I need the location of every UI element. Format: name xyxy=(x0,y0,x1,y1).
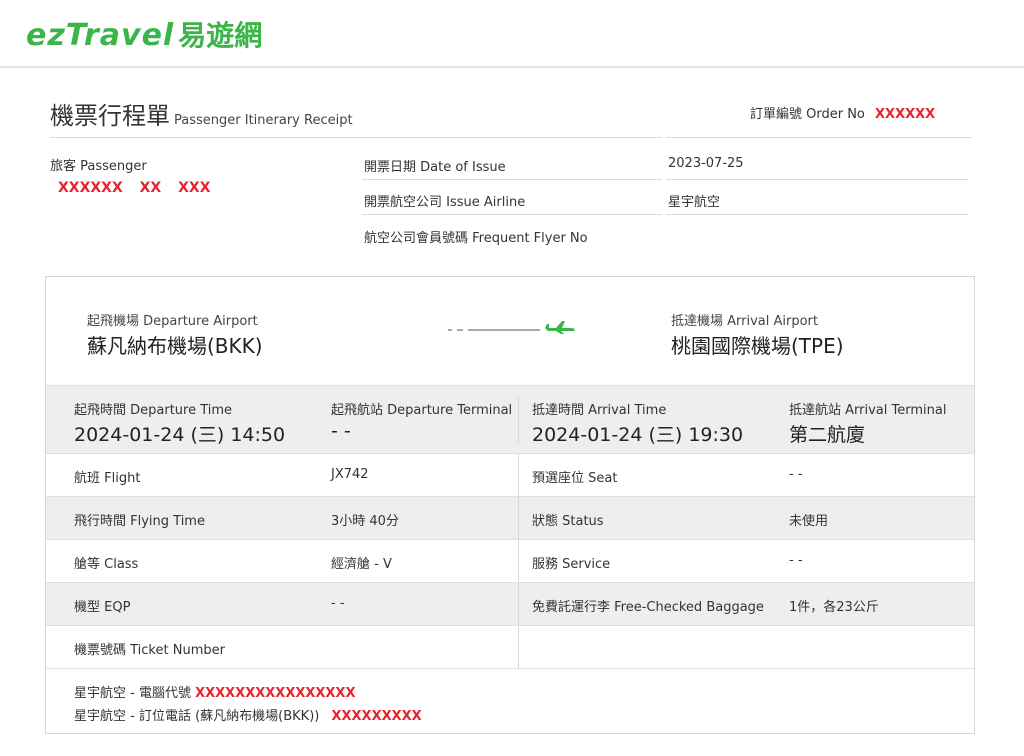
arrival-terminal: 第二航廈 xyxy=(789,424,866,446)
column-divider xyxy=(518,497,519,539)
column-divider xyxy=(518,626,519,668)
page-title: 機票行程單 Passenger Itinerary Receipt xyxy=(50,96,353,131)
equipment-label: 機型 EQP xyxy=(74,600,131,615)
booking-phone-line: 星宇航空 - 訂位電話 (蘇凡納布機場(BKK)) XXXXXXXXX xyxy=(74,705,422,724)
route-line xyxy=(448,329,540,331)
column-divider xyxy=(518,583,519,625)
arrival-time-label: 抵達時間 Arrival Time xyxy=(532,403,667,418)
divider xyxy=(50,137,662,138)
route-section: 起飛機場 Departure Airport 蘇凡納布機場(BKK) 抵達機場 … xyxy=(46,277,974,386)
logo-text-en: ezTravel xyxy=(26,18,175,53)
seat-label: 預選座位 Seat xyxy=(532,471,618,486)
service-label: 服務 Service xyxy=(532,557,611,572)
table-row: 飛行時間 Flying Time 3小時 40分 狀態 Status 未使用 xyxy=(46,497,974,540)
frequent-flyer-label: 航空公司會員號碼 Frequent Flyer No xyxy=(364,231,588,246)
departure-time: 2024-01-24 (三) 14:50 xyxy=(74,424,286,446)
table-row: 航班 Flight JX742 預選座位 Seat - - xyxy=(46,454,974,497)
times-row: 起飛時間 Departure Time 2024-01-24 (三) 14:50… xyxy=(46,386,974,454)
table-row: 機票號碼 Ticket Number xyxy=(46,626,974,669)
title-zh: 機票行程單 xyxy=(50,102,170,130)
class-value: 經濟艙 - V xyxy=(331,557,392,572)
title-en: Passenger Itinerary Receipt xyxy=(174,113,353,128)
issue-airline-value: 星宇航空 xyxy=(668,195,721,210)
table-row: 艙等 Class 經濟艙 - V 服務 Service - - xyxy=(46,540,974,583)
departure-terminal: - - xyxy=(331,420,351,442)
issue-date-value: 2023-07-25 xyxy=(668,156,744,171)
divider xyxy=(666,214,968,215)
departure-airport-name: 蘇凡納布機場(BKK) xyxy=(87,334,263,358)
baggage-value: 1件，各23公斤 xyxy=(789,600,879,615)
flight-label: 航班 Flight xyxy=(74,471,141,486)
column-divider xyxy=(518,396,519,444)
ticket-number-label: 機票號碼 Ticket Number xyxy=(74,643,225,658)
column-divider xyxy=(518,540,519,582)
arrival-airport-label: 抵達機場 Arrival Airport xyxy=(671,314,818,329)
divider xyxy=(666,137,972,138)
issue-airline-label: 開票航空公司 Issue Airline xyxy=(364,195,526,210)
airplane-icon xyxy=(545,321,575,334)
site-header: ezTravel 易遊網 xyxy=(0,0,1024,68)
flying-time-label: 飛行時間 Flying Time xyxy=(74,514,205,529)
order-number: 訂單編號 Order No XXXXXX xyxy=(750,103,935,122)
equipment-value: - - xyxy=(331,596,345,611)
seat-value: - - xyxy=(789,467,803,482)
arrival-airport-name: 桃園國際機場(TPE) xyxy=(671,334,844,358)
departure-terminal-label: 起飛航站 Departure Terminal xyxy=(331,403,513,418)
arrival-terminal-label: 抵達航站 Arrival Terminal xyxy=(789,403,947,418)
divider xyxy=(666,179,968,180)
issue-date-label: 開票日期 Date of Issue xyxy=(364,160,506,175)
flying-time-value: 3小時 40分 xyxy=(331,514,399,529)
passenger-label: 旅客 Passenger xyxy=(50,159,147,174)
departure-time-label: 起飛時間 Departure Time xyxy=(74,403,233,418)
pnr-label: 星宇航空 - 電腦代號 xyxy=(74,686,191,701)
logo-text-zh: 易遊網 xyxy=(178,19,263,52)
service-value: - - xyxy=(789,553,803,568)
status-value: 未使用 xyxy=(789,514,829,529)
order-label: 訂單編號 Order No xyxy=(750,107,865,122)
arrival-time: 2024-01-24 (三) 19:30 xyxy=(532,424,744,446)
divider xyxy=(362,214,662,215)
class-label: 艙等 Class xyxy=(74,557,139,572)
divider xyxy=(362,179,662,180)
booking-phone-value: XXXXXXXXX xyxy=(331,709,422,724)
pnr-line: 星宇航空 - 電腦代號 XXXXXXXXXXXXXXXX xyxy=(74,682,355,701)
pnr-value: XXXXXXXXXXXXXXXX xyxy=(195,686,356,701)
departure-airport-label: 起飛機場 Departure Airport xyxy=(87,314,258,329)
flight-value: JX742 xyxy=(331,467,369,482)
table-row: 機型 EQP - - 免費託運行李 Free-Checked Baggage 1… xyxy=(46,583,974,626)
booking-phone-label: 星宇航空 - 訂位電話 (蘇凡納布機場(BKK)) xyxy=(74,709,320,724)
order-value: XXXXXX xyxy=(875,107,936,122)
status-label: 狀態 Status xyxy=(532,514,604,529)
eztravel-logo[interactable]: ezTravel 易遊網 xyxy=(26,14,262,54)
passenger-name: XXXXXX XX XXX xyxy=(58,180,211,196)
column-divider xyxy=(518,454,519,496)
flight-card: 起飛機場 Departure Airport 蘇凡納布機場(BKK) 抵達機場 … xyxy=(45,276,975,734)
baggage-label: 免費託運行李 Free-Checked Baggage xyxy=(532,600,764,615)
